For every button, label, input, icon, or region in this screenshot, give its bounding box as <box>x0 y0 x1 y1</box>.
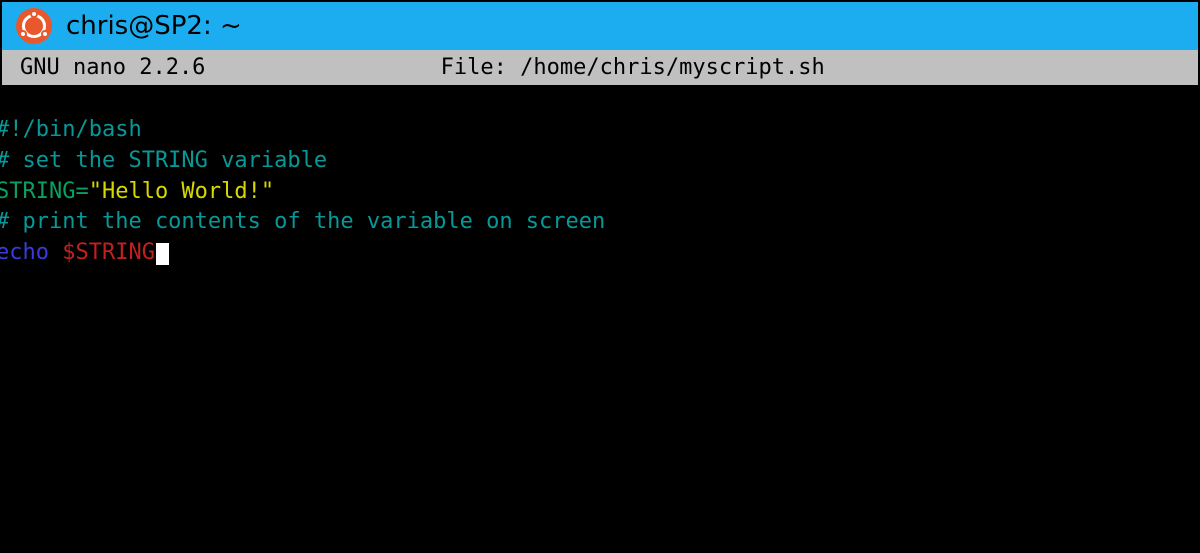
code-string-literal: "Hello World!" <box>89 179 274 204</box>
nano-app-label: GNU nano 2.2.6 <box>20 55 205 80</box>
nano-header-bar: GNU nano 2.2.6 File: /home/chris/myscrip… <box>2 50 1198 85</box>
nano-file-info: File: /home/chris/myscript.sh <box>205 55 1060 80</box>
editor-area[interactable]: #!/bin/bash # set the STRING variable STRI… <box>0 85 1198 551</box>
nano-file-label: File: <box>441 55 507 80</box>
code-shebang: #!/bin/bash <box>0 117 142 142</box>
code-var-assign: STRING= <box>0 179 89 204</box>
code-comment-1: # set the STRING variable <box>0 148 327 173</box>
window-title: chris@SP2: ~ <box>66 11 242 41</box>
terminal-window: chris@SP2: ~ GNU nano 2.2.6 File: /home/… <box>2 2 1198 551</box>
ubuntu-icon <box>16 8 52 44</box>
code-var-ref: $STRING <box>62 240 155 265</box>
code-comment-2: # print the contents of the variable on … <box>0 209 605 234</box>
nano-file-path: /home/chris/myscript.sh <box>520 55 825 80</box>
text-cursor <box>156 243 169 265</box>
code-echo-cmd: echo <box>0 240 62 265</box>
window-titlebar[interactable]: chris@SP2: ~ <box>2 2 1198 50</box>
